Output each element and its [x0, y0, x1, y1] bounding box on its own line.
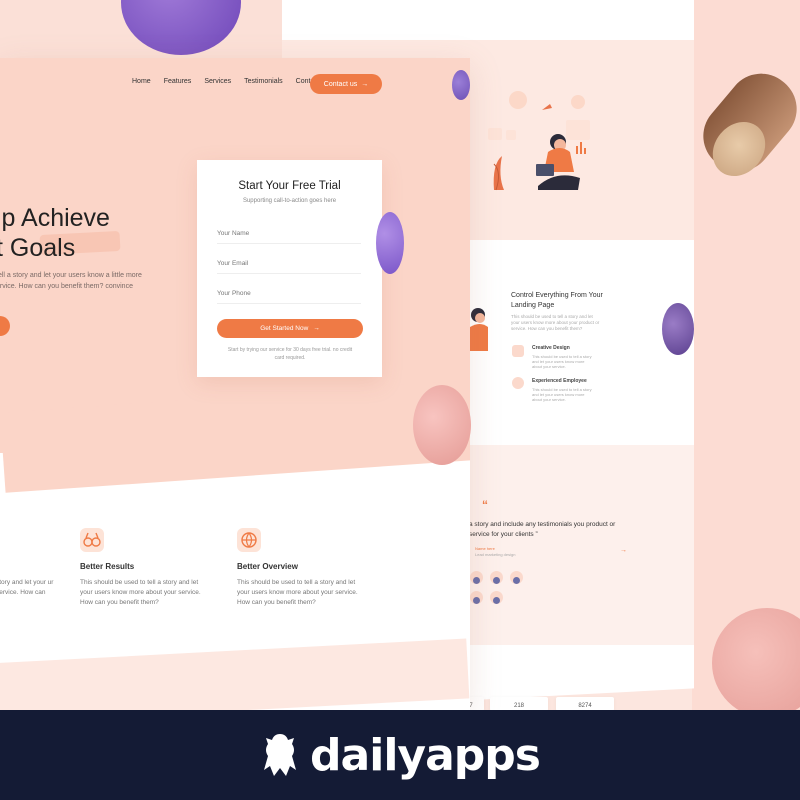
mini-feature-text: This should be used to tell a story and …	[532, 387, 592, 402]
hero-paragraph: tell a story and let your users know a l…	[0, 272, 142, 290]
arrow-right-icon: →	[361, 80, 369, 88]
avatar[interactable]	[490, 571, 503, 584]
brand-name: dailyapps	[310, 729, 541, 781]
email-field[interactable]: Your Email	[217, 256, 361, 274]
bottom-band	[0, 638, 470, 710]
hero-title-line2: t Goals	[0, 234, 76, 262]
nav-item-services[interactable]: Services	[204, 78, 231, 85]
globe-icon	[237, 528, 261, 552]
brand-footer: dailyapps	[0, 710, 800, 800]
person-laptop-illustration	[488, 91, 590, 191]
feature-text: This should be used to tell a story and …	[237, 579, 358, 606]
name-field[interactable]: Your Name	[217, 226, 361, 244]
control-section-text: This should be used to tell a story and …	[511, 314, 600, 331]
testimonial-author: Name here	[475, 546, 495, 551]
get-started-label: Get Started Now	[260, 325, 309, 332]
woman-illustration	[470, 308, 488, 351]
nav-item-features[interactable]: Features	[164, 78, 192, 85]
pink-disc-decoration	[413, 385, 471, 465]
avatar[interactable]	[470, 591, 483, 604]
contact-us-label: Contact us	[323, 80, 358, 88]
contact-us-button[interactable]: Contact us →	[310, 74, 382, 94]
feature-title: Better Results	[80, 562, 135, 571]
testimonial-quote: a story and include any testimonials you…	[469, 521, 616, 538]
mini-feature-title: Experienced Employee	[532, 378, 587, 384]
feature-text: story and let your ur service. How can	[0, 579, 54, 596]
feature-title: Better Overview	[237, 562, 298, 571]
frog-logo-icon	[264, 734, 297, 776]
form-title: Start Your Free Trial	[238, 180, 341, 192]
binoculars-icon	[80, 528, 104, 552]
screenshot-stage: Control Everything From Your Landing Pag…	[0, 0, 800, 800]
next-testimonial-arrow-icon[interactable]: →	[620, 547, 627, 554]
front-page-mockup	[0, 58, 470, 710]
testimonial-role: Lead marketing design	[475, 552, 516, 557]
main-nav: Home Features Services Testimonials Cont…	[132, 78, 320, 85]
control-section-title: Control Everything From Your Landing Pag…	[511, 292, 603, 309]
purple-small-disc-decoration	[452, 70, 470, 100]
feature-text: This should be used to tell a story and …	[80, 579, 201, 606]
quote-mark: “	[482, 498, 488, 512]
avatar[interactable]	[490, 591, 503, 604]
free-trial-form: Start Your Free Trial Supporting call-to…	[197, 160, 382, 377]
purple-half-sphere-decoration	[376, 212, 404, 274]
employee-icon	[512, 377, 524, 389]
nav-item-testimonials[interactable]: Testimonials	[244, 78, 283, 85]
hero-title: lp Achieve t Goals	[0, 203, 110, 263]
avatar[interactable]	[470, 571, 483, 584]
nav-item-home[interactable]: Home	[132, 78, 151, 85]
stat-box: 8274	[556, 697, 614, 711]
mini-feature-text: This should be used to tell a story and …	[532, 354, 592, 369]
avatar[interactable]	[510, 571, 523, 584]
get-started-button[interactable]: Get Started Now →	[217, 319, 363, 338]
stat-box: 218	[490, 697, 548, 711]
form-subtitle: Supporting call-to-action goes here	[242, 198, 337, 204]
form-fine-print: Start by trying our service for 30 days …	[227, 347, 353, 361]
arrow-right-icon: →	[313, 325, 320, 332]
mini-feature-title: Creative Design	[532, 345, 570, 351]
hero-title-line1: lp Achieve	[0, 204, 110, 232]
purple-disc-decoration	[662, 303, 694, 355]
creative-design-icon	[512, 345, 524, 357]
phone-field[interactable]: Your Phone	[217, 286, 361, 304]
